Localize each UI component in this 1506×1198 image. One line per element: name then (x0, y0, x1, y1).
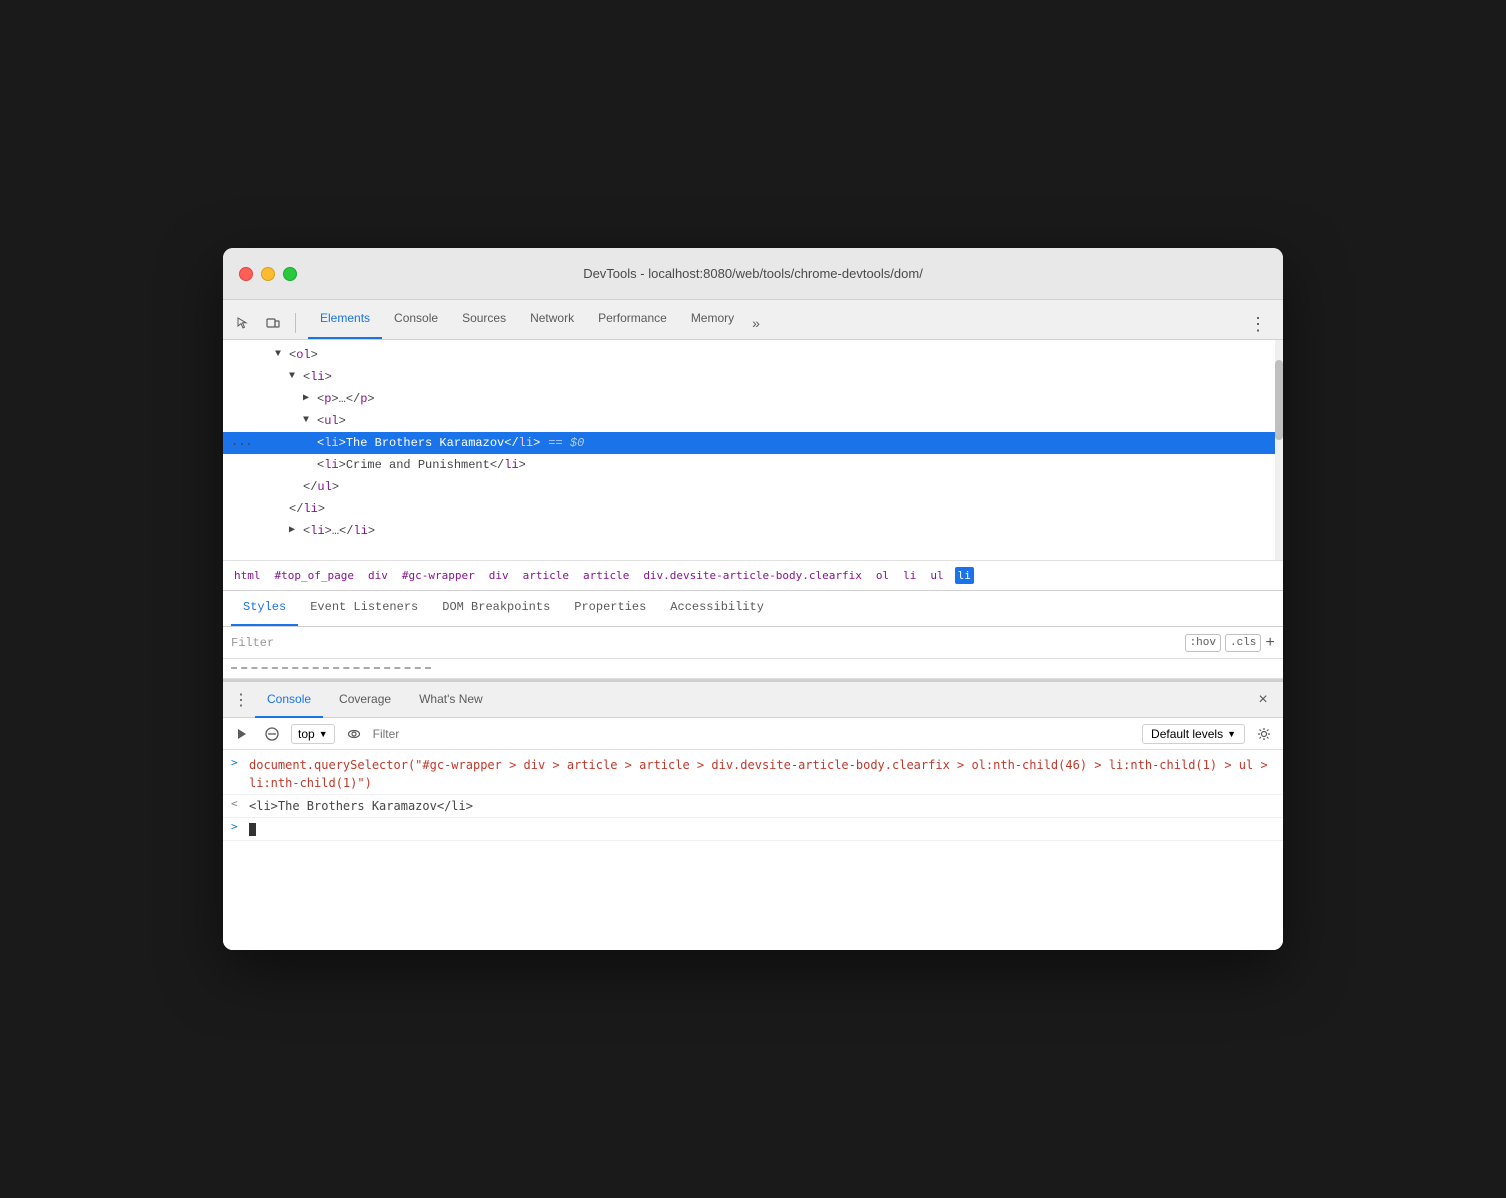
dom-line-li-collapsed[interactable]: ▶ <li> … </li> (223, 520, 1283, 542)
dom-line-close-li[interactable]: </li> (223, 498, 1283, 520)
tab-performance[interactable]: Performance (586, 299, 679, 339)
breadcrumb-li1[interactable]: li (900, 567, 919, 584)
input-arrow: > (231, 820, 245, 833)
breadcrumb-article2[interactable]: article (580, 567, 632, 584)
bottom-drawer: ⋮ Console Coverage What's New × (223, 680, 1283, 950)
expand-triangle[interactable]: ▶ (303, 390, 317, 408)
close-button[interactable] (239, 267, 253, 281)
sub-tabs-bar: Styles Event Listeners DOM Breakpoints P… (223, 591, 1283, 627)
more-indicator: ... (231, 434, 253, 448)
dom-line-close-ul[interactable]: </ul> (223, 476, 1283, 498)
filter-placeholder: Filter (231, 636, 1177, 650)
drawer-tab-whats-new[interactable]: What's New (407, 682, 495, 718)
tab-memory[interactable]: Memory (679, 299, 746, 339)
drawer-close-button[interactable]: × (1251, 688, 1275, 712)
breadcrumb-article1[interactable]: article (520, 567, 572, 584)
sub-tab-dom-breakpoints[interactable]: DOM Breakpoints (430, 590, 562, 626)
tab-console[interactable]: Console (382, 299, 450, 339)
breadcrumb-div1[interactable]: div (365, 567, 391, 584)
elements-panel: ▼ <ol> ▼ <li> ▶ <p> … </p> ▼ <ul> .. (223, 340, 1283, 680)
device-toggle-icon[interactable] (261, 311, 285, 335)
clear-console-button[interactable] (261, 723, 283, 745)
tab-icon-group (231, 311, 300, 339)
expand-triangle[interactable]: ▼ (303, 412, 317, 430)
result-arrow: < (231, 797, 245, 810)
inspect-icon[interactable] (231, 311, 255, 335)
tab-divider (295, 313, 296, 333)
sub-tab-properties[interactable]: Properties (562, 590, 658, 626)
console-output: > document.querySelector("#gc-wrapper > … (223, 750, 1283, 950)
breadcrumb-li2-active[interactable]: li (955, 567, 974, 584)
cls-badge[interactable]: .cls (1225, 634, 1261, 652)
breadcrumb-bar: html #top_of_page div #gc-wrapper div ar… (223, 560, 1283, 591)
hov-badge[interactable]: :hov (1185, 634, 1221, 652)
dom-line-li1[interactable]: ▼ <li> (223, 366, 1283, 388)
titlebar: DevTools - localhost:8080/web/tools/chro… (223, 248, 1283, 300)
console-filter-input[interactable] (373, 727, 1134, 741)
dom-line-p[interactable]: ▶ <p> … </p> (223, 388, 1283, 410)
traffic-lights (239, 267, 297, 281)
drawer-tab-console[interactable]: Console (255, 682, 323, 718)
window-title: DevTools - localhost:8080/web/tools/chro… (583, 266, 923, 281)
console-command-text: document.querySelector("#gc-wrapper > di… (249, 756, 1275, 792)
dom-line-brothers[interactable]: <li> The Brothers Karamazov </li> == $0 (223, 432, 1283, 454)
console-toolbar: top ▼ Default levels ▼ (223, 718, 1283, 750)
console-result-entry: < <li>The Brothers Karamazov</li> (223, 795, 1283, 818)
command-arrow: > (231, 756, 245, 769)
breadcrumb-div2[interactable]: div (486, 567, 512, 584)
drawer-tabs-bar: ⋮ Console Coverage What's New × (223, 682, 1283, 718)
execution-context-selector[interactable]: top ▼ (291, 724, 335, 744)
breadcrumb-html[interactable]: html (231, 567, 264, 584)
styles-preview (223, 659, 1283, 679)
console-result-text: <li>The Brothers Karamazov</li> (249, 797, 1275, 815)
sub-tab-event-listeners[interactable]: Event Listeners (298, 590, 430, 626)
minimize-button[interactable] (261, 267, 275, 281)
console-command-entry: > document.querySelector("#gc-wrapper > … (223, 754, 1283, 795)
dom-line-ol[interactable]: ▼ <ol> (223, 344, 1283, 366)
main-tabs-bar: Elements Console Sources Network Perform… (223, 300, 1283, 340)
console-input-line[interactable]: > (223, 818, 1283, 841)
tab-network[interactable]: Network (518, 299, 586, 339)
drawer-more-button[interactable]: ⋮ (231, 690, 251, 710)
eye-icon-button[interactable] (343, 723, 365, 745)
drawer-tab-coverage[interactable]: Coverage (327, 682, 403, 718)
sub-tab-accessibility[interactable]: Accessibility (658, 590, 776, 626)
dom-tree: ▼ <ol> ▼ <li> ▶ <p> … </p> ▼ <ul> .. (223, 340, 1283, 560)
maximize-button[interactable] (283, 267, 297, 281)
console-settings-button[interactable] (1253, 723, 1275, 745)
filter-plus-button[interactable]: + (1265, 634, 1275, 652)
scrollbar-track[interactable] (1275, 340, 1283, 560)
tab-overflow[interactable]: » (746, 307, 766, 339)
dom-line-crime[interactable]: <li> Crime and Punishment </li> (223, 454, 1283, 476)
log-levels-selector[interactable]: Default levels ▼ (1142, 724, 1245, 744)
expand-triangle[interactable]: ▶ (289, 522, 303, 540)
tab-sources[interactable]: Sources (450, 299, 518, 339)
breadcrumb-div-devsite[interactable]: div.devsite-article-body.clearfix (640, 567, 865, 584)
console-cursor (249, 823, 256, 836)
breadcrumb-top-of-page[interactable]: #top_of_page (272, 567, 357, 584)
devtools-window: DevTools - localhost:8080/web/tools/chro… (223, 248, 1283, 950)
tab-elements[interactable]: Elements (308, 299, 382, 339)
filter-badges: :hov .cls + (1185, 634, 1275, 652)
execute-context-button[interactable] (231, 723, 253, 745)
breadcrumb-gc-wrapper[interactable]: #gc-wrapper (399, 567, 478, 584)
expand-triangle[interactable]: ▼ (275, 346, 289, 364)
styles-filter-bar: Filter :hov .cls + (223, 627, 1283, 659)
dom-line-ul[interactable]: ▼ <ul> (223, 410, 1283, 432)
styles-dashed-separator (231, 667, 431, 669)
console-input-text[interactable] (249, 820, 1275, 838)
breadcrumb-ol[interactable]: ol (873, 567, 892, 584)
expand-triangle[interactable]: ▼ (289, 368, 303, 386)
sub-tab-styles[interactable]: Styles (231, 590, 298, 626)
breadcrumb-ul[interactable]: ul (927, 567, 946, 584)
scrollbar-thumb[interactable] (1275, 360, 1283, 440)
tab-menu-button[interactable]: ⋮ (1241, 310, 1275, 339)
